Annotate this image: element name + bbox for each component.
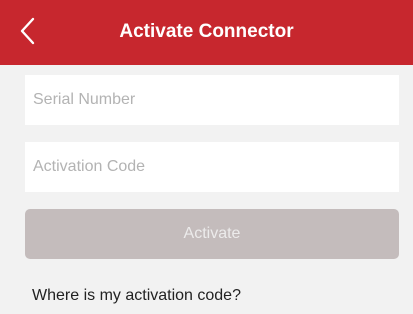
- serial-number-field[interactable]: [25, 75, 399, 125]
- activation-code-field[interactable]: [25, 142, 399, 192]
- activate-button[interactable]: Activate: [25, 209, 399, 259]
- activation-code-help-link[interactable]: Where is my activation code?: [32, 286, 241, 306]
- page-title: Activate Connector: [119, 21, 294, 42]
- app-header: Activate Connector: [0, 0, 413, 65]
